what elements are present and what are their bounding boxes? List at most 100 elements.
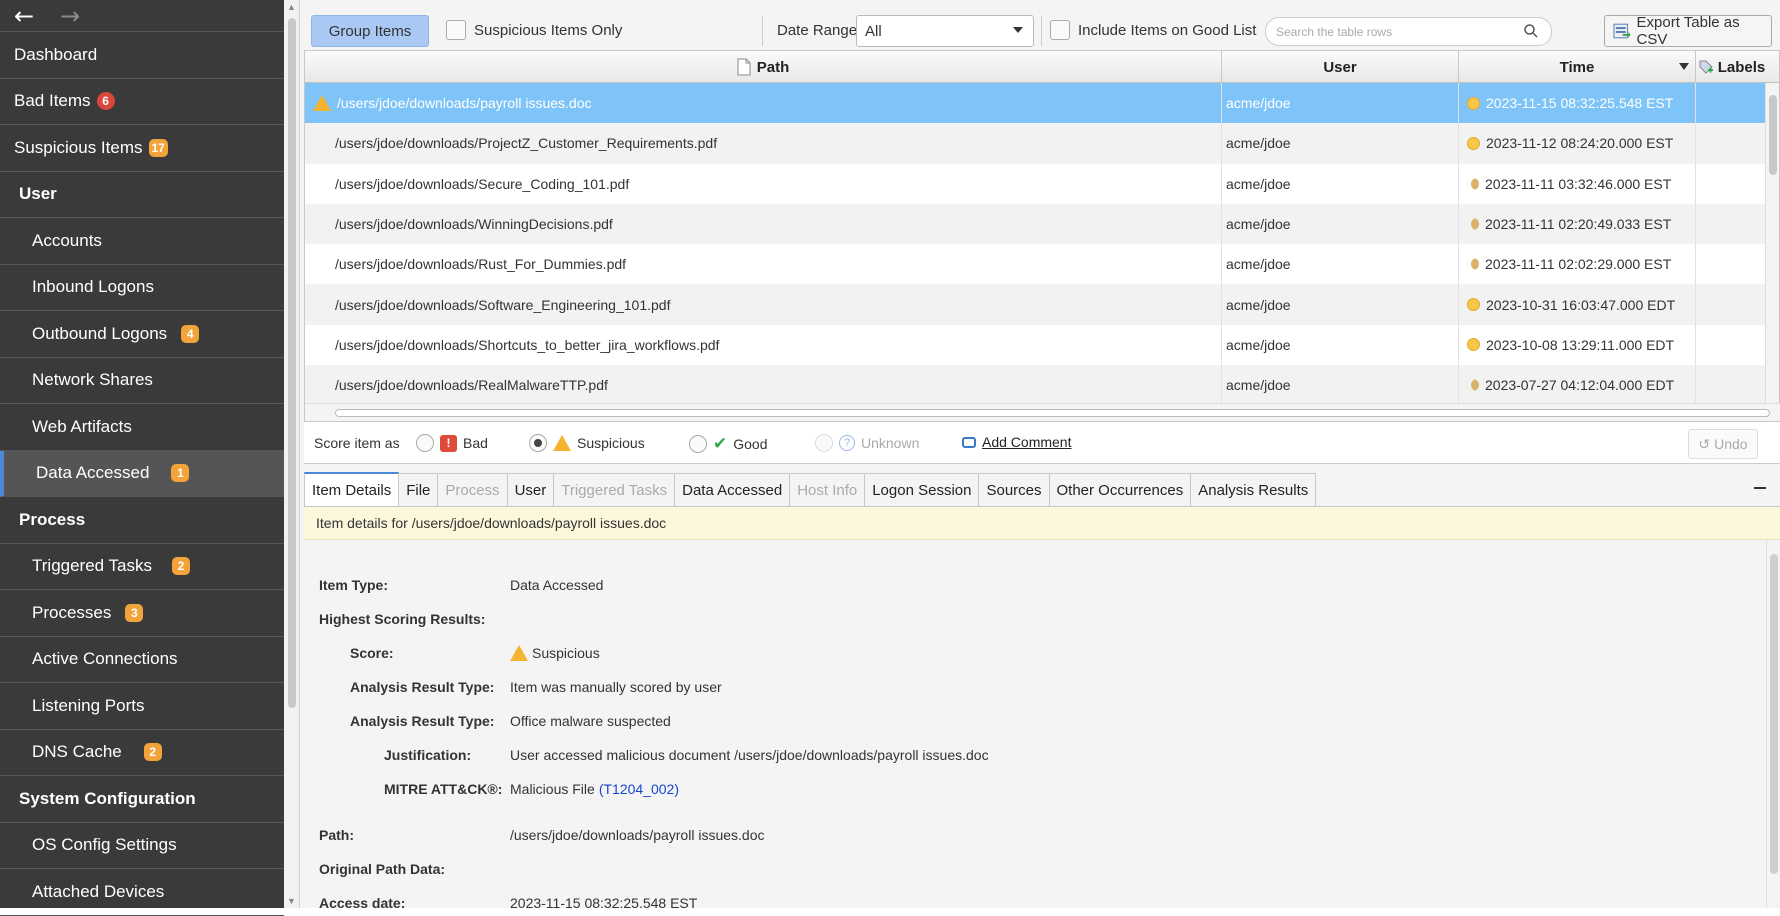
tab-item-details[interactable]: Item Details bbox=[304, 472, 400, 506]
sidebar-item-dns-cache[interactable]: DNS Cache 2 bbox=[0, 730, 284, 776]
score-suspicious-radio[interactable]: Suspicious bbox=[529, 434, 645, 452]
radio-button[interactable] bbox=[416, 434, 434, 452]
time-cell: 2023-11-15 08:32:25.548 EST bbox=[1459, 83, 1696, 124]
score-bad-radio[interactable]: ! Bad bbox=[416, 434, 488, 452]
table-row[interactable]: /users/jdoe/downloads/Secure_Coding_101.… bbox=[305, 163, 1779, 204]
checkbox-box[interactable] bbox=[1050, 20, 1070, 40]
count-badge: 6 bbox=[96, 92, 115, 111]
tab-sources[interactable]: Sources bbox=[978, 473, 1050, 506]
labels-cell bbox=[1696, 284, 1767, 325]
sidebar-item-web-artifacts[interactable]: Web Artifacts bbox=[0, 404, 284, 451]
score-good-radio[interactable]: ✔ Good bbox=[689, 434, 768, 454]
path-cell: /users/jdoe/downloads/ProjectZ_Customer_… bbox=[305, 123, 1222, 164]
time-text: 2023-11-11 02:02:29.000 EST bbox=[1485, 256, 1672, 273]
count-badge: 2 bbox=[172, 557, 190, 576]
sidebar-item-data-accessed[interactable]: Data Accessed 1 bbox=[0, 450, 284, 497]
table-row[interactable]: /users/jdoe/downloads/WinningDecisions.p… bbox=[305, 203, 1779, 245]
sidebar-item-network-shares[interactable]: Network Shares bbox=[0, 358, 284, 404]
radio-button[interactable] bbox=[689, 435, 707, 453]
count-badge: 1 bbox=[171, 464, 190, 483]
sidebar-group-user[interactable]: User bbox=[0, 172, 284, 218]
table-row[interactable]: /users/jdoe/downloads/ProjectZ_Customer_… bbox=[305, 123, 1779, 164]
user-cell: acme/jdoe bbox=[1222, 123, 1459, 164]
arrow-left-icon[interactable]: ← bbox=[14, 4, 34, 28]
tab-user[interactable]: User bbox=[506, 473, 555, 506]
radio-button[interactable] bbox=[529, 434, 547, 452]
table-body: /users/jdoe/downloads/payroll issues.doc… bbox=[305, 83, 1779, 406]
undo-button[interactable]: ↺ Undo bbox=[1688, 429, 1758, 459]
column-header-path[interactable]: Path bbox=[305, 51, 1222, 83]
tab-data-accessed[interactable]: Data Accessed bbox=[674, 473, 791, 506]
column-header-user[interactable]: User bbox=[1222, 51, 1459, 83]
scrollbar-thumb[interactable] bbox=[1770, 554, 1778, 874]
table-row[interactable]: /users/jdoe/downloads/Software_Engineeri… bbox=[305, 284, 1779, 325]
sidebar-scrollbar[interactable]: ▲ ▼ bbox=[284, 0, 300, 908]
sidebar-item-triggered-tasks[interactable]: Triggered Tasks 2 bbox=[0, 544, 284, 590]
nav-arrows: ← → bbox=[0, 0, 284, 32]
time-text: 2023-10-08 13:29:11.000 EDT bbox=[1486, 336, 1675, 353]
score-unknown-radio[interactable]: ? Unknown bbox=[815, 434, 919, 452]
scroll-down-icon[interactable]: ▼ bbox=[287, 896, 296, 906]
labels-cell bbox=[1696, 83, 1767, 124]
suspicious-only-checkbox[interactable]: Suspicious Items Only bbox=[446, 20, 622, 40]
tab-other-occurrences[interactable]: Other Occurrences bbox=[1048, 473, 1192, 506]
sidebar-item-suspicious-items[interactable]: Suspicious Items 17 bbox=[0, 125, 284, 172]
tab-analysis-results[interactable]: Analysis Results bbox=[1190, 473, 1317, 506]
mitre-link[interactable]: (T1204_002) bbox=[599, 781, 679, 797]
radio-label: Suspicious bbox=[577, 435, 645, 451]
tab-logon-session[interactable]: Logon Session bbox=[864, 473, 980, 506]
sidebar-item-outbound-logons[interactable]: Outbound Logons 4 bbox=[0, 311, 284, 358]
count-badge: 2 bbox=[143, 743, 162, 762]
details-scrollbar[interactable] bbox=[1766, 540, 1780, 908]
tab-file[interactable]: File bbox=[398, 473, 439, 506]
search-input[interactable]: Search the table rows bbox=[1265, 17, 1552, 46]
add-comment-link[interactable]: Add Comment bbox=[962, 434, 1071, 450]
sidebar-item-label: Listening Ports bbox=[32, 695, 145, 715]
column-header-labels[interactable]: Labels bbox=[1696, 51, 1767, 83]
minimize-icon[interactable] bbox=[1754, 487, 1766, 489]
moon-icon bbox=[1467, 218, 1479, 231]
sidebar-item-listening-ports[interactable]: Listening Ports bbox=[0, 683, 284, 730]
arrow-right-icon[interactable]: → bbox=[60, 4, 80, 28]
path-cell: /users/jdoe/downloads/RealMalwareTTP.pdf bbox=[305, 365, 1222, 406]
table-row[interactable]: /users/jdoe/downloads/RealMalwareTTP.pdf… bbox=[305, 365, 1779, 406]
radio-button[interactable] bbox=[815, 434, 833, 452]
detail-label: Justification: bbox=[384, 747, 472, 763]
table-vertical-scrollbar[interactable] bbox=[1765, 83, 1779, 403]
scroll-up-icon[interactable]: ▲ bbox=[287, 2, 296, 12]
tab-triggered-tasks[interactable]: Triggered Tasks bbox=[553, 473, 676, 506]
group-items-button[interactable]: Group Items bbox=[311, 15, 429, 47]
tab-host-info[interactable]: Host Info bbox=[789, 473, 866, 506]
search-placeholder: Search the table rows bbox=[1276, 24, 1393, 39]
detail-value: 2023-11-15 08:32:25.548 EST bbox=[510, 895, 698, 911]
sidebar-item-label: Processes bbox=[32, 602, 112, 622]
checkbox-box[interactable] bbox=[446, 20, 466, 40]
include-good-list-checkbox[interactable]: Include Items on Good List bbox=[1050, 20, 1256, 40]
detail-value: Suspicious bbox=[510, 645, 600, 661]
scrollbar-thumb[interactable] bbox=[288, 18, 296, 708]
toolbar-divider bbox=[1041, 16, 1042, 46]
sidebar-item-attached-devices[interactable]: Attached Devices bbox=[0, 869, 284, 916]
table-row[interactable]: /users/jdoe/downloads/Rust_For_Dummies.p… bbox=[305, 244, 1779, 285]
sidebar-item-processes[interactable]: Processes 3 bbox=[0, 590, 284, 637]
scrollbar-thumb[interactable] bbox=[335, 409, 1770, 417]
sort-descending-icon[interactable] bbox=[1679, 63, 1689, 70]
sidebar-item-active-connections[interactable]: Active Connections bbox=[0, 637, 284, 683]
radio-label: Bad bbox=[463, 435, 488, 451]
table-row[interactable]: /users/jdoe/downloads/payroll issues.doc… bbox=[305, 83, 1779, 124]
sidebar-group-process[interactable]: Process bbox=[0, 497, 284, 544]
sidebar-group-system-configuration[interactable]: System Configuration bbox=[0, 776, 284, 823]
scrollbar-thumb[interactable] bbox=[1769, 95, 1777, 175]
sidebar-item-accounts[interactable]: Accounts bbox=[0, 218, 284, 265]
tab-process[interactable]: Process bbox=[437, 473, 508, 506]
sidebar-item-dashboard[interactable]: Dashboard bbox=[0, 32, 284, 79]
time-cell: 2023-11-11 02:02:29.000 EST bbox=[1459, 244, 1696, 285]
export-csv-button[interactable]: Export Table as CSV bbox=[1604, 14, 1772, 48]
table-row[interactable]: /users/jdoe/downloads/Shortcuts_to_bette… bbox=[305, 324, 1779, 366]
table-horizontal-scrollbar[interactable] bbox=[305, 403, 1780, 421]
date-range-select[interactable]: All bbox=[856, 15, 1034, 47]
sidebar-item-bad-items[interactable]: Bad Items 6 bbox=[0, 79, 284, 125]
column-header-time[interactable]: Time bbox=[1459, 51, 1696, 83]
sidebar-item-os-config-settings[interactable]: OS Config Settings bbox=[0, 823, 284, 869]
sidebar-item-inbound-logons[interactable]: Inbound Logons bbox=[0, 265, 284, 311]
